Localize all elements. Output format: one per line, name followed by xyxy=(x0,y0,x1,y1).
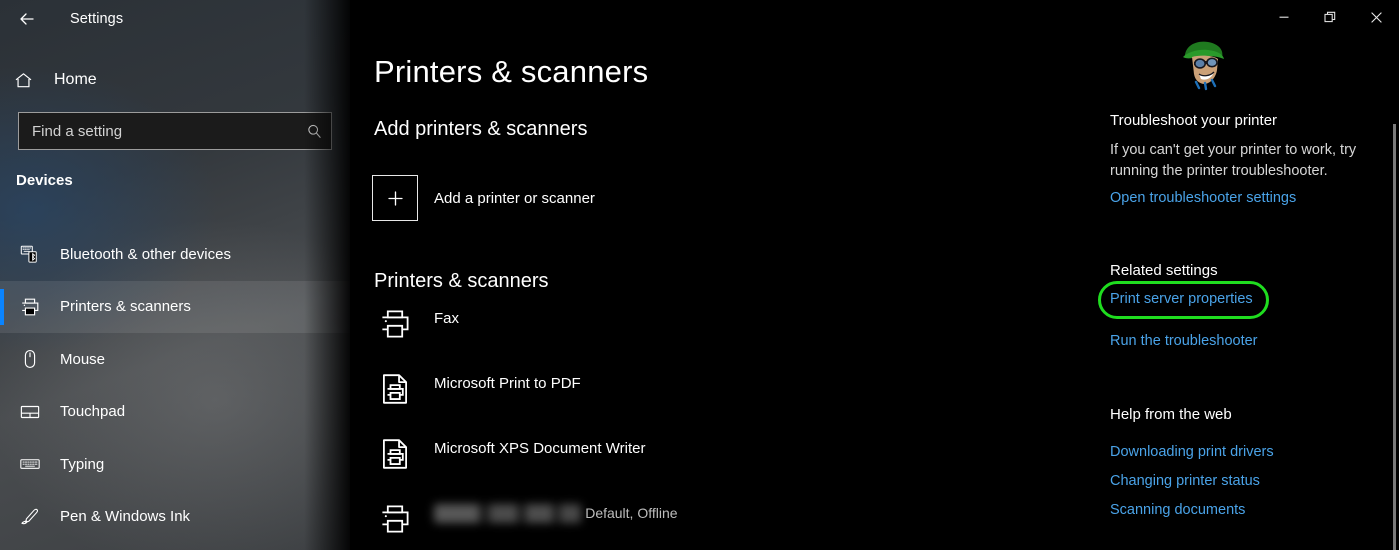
print-server-properties-link[interactable]: Print server properties xyxy=(1110,291,1253,307)
document-printer-icon xyxy=(372,365,418,407)
right-panel: Troubleshoot your printer If you can't g… xyxy=(1098,0,1399,550)
touchpad-icon xyxy=(14,401,46,423)
sidebar-item-mouse[interactable]: Mouse xyxy=(0,333,350,386)
printer-list-item[interactable]: Fax xyxy=(372,300,1072,365)
printer-list-item[interactable]: Microsoft Print to PDF xyxy=(372,365,1072,430)
minimize-icon[interactable] xyxy=(1261,0,1307,34)
add-printer-label: Add a printer or scanner xyxy=(434,189,595,207)
sidebar-home-label: Home xyxy=(54,71,97,88)
home-icon xyxy=(0,70,46,91)
sidebar-item-label: Pen & Windows Ink xyxy=(60,508,191,526)
troubleshoot-body: If you can't get your printer to work, t… xyxy=(1110,142,1357,179)
document-printer-icon xyxy=(372,430,418,472)
close-icon[interactable] xyxy=(1353,0,1399,34)
bluetooth-devices-icon xyxy=(14,243,46,265)
printer-info: Fax xyxy=(434,300,459,328)
printer-status: Default, Offline xyxy=(585,505,678,521)
sidebar-item-label: Touchpad xyxy=(60,403,126,421)
related-settings-heading: Related settings xyxy=(1110,262,1218,279)
printer-list-item[interactable]: redacted printer name Default, Offline xyxy=(372,495,1072,550)
main-content: Printers & scanners Add printers & scann… xyxy=(350,0,1110,550)
window-controls xyxy=(1261,0,1399,34)
printer-list-item[interactable]: Microsoft XPS Document Writer xyxy=(372,430,1072,495)
pen-icon xyxy=(14,506,46,528)
sidebar-item-label: Mouse xyxy=(60,350,106,368)
help-from-web-heading: Help from the web xyxy=(1110,406,1232,423)
restore-icon[interactable] xyxy=(1307,0,1353,34)
open-troubleshooter-settings-link[interactable]: Open troubleshooter settings xyxy=(1110,190,1296,206)
printer-icon xyxy=(372,300,418,342)
scanning-documents-link[interactable]: Scanning documents xyxy=(1110,502,1245,518)
printer-name: Fax xyxy=(434,310,460,327)
printer-name: Microsoft XPS Document Writer xyxy=(434,440,646,457)
printer-name-redacted: redacted printer name xyxy=(434,504,581,523)
printer-info: Microsoft Print to PDF xyxy=(434,365,581,393)
changing-printer-status-link[interactable]: Changing printer status xyxy=(1110,473,1260,489)
sidebar-item-label: Printers & scanners xyxy=(60,298,191,316)
sidebar-item-home[interactable]: Home xyxy=(0,62,332,98)
sidebar-item-label: Bluetooth & other devices xyxy=(60,245,231,263)
printers-list-heading: Printers & scanners xyxy=(374,270,549,292)
window-title: Settings xyxy=(70,11,124,27)
sidebar-item-bluetooth-other-devices[interactable]: Bluetooth & other devices xyxy=(0,228,350,281)
sidebar-category-label: Devices xyxy=(16,172,73,189)
troubleshoot-heading: Troubleshoot your printer xyxy=(1110,112,1278,129)
printer-icon xyxy=(372,495,418,537)
search-box[interactable] xyxy=(18,112,332,150)
run-the-troubleshooter-link[interactable]: Run the troubleshooter xyxy=(1110,333,1258,349)
vertical-scrollbar[interactable] xyxy=(1393,0,1396,550)
sidebar-item-pen-windows-ink[interactable]: Pen & Windows Ink xyxy=(0,491,350,544)
page-title: Printers & scanners xyxy=(374,54,649,89)
keyboard-icon xyxy=(14,453,46,475)
mouse-icon xyxy=(14,348,46,370)
downloading-print-drivers-link[interactable]: Downloading print drivers xyxy=(1110,444,1274,460)
cartoon-character-icon xyxy=(1172,36,1234,92)
sidebar-item-touchpad[interactable]: Touchpad xyxy=(0,386,350,439)
sidebar-item-printers-scanners[interactable]: Printers & scanners xyxy=(0,280,350,333)
printer-name: Microsoft Print to PDF xyxy=(434,375,581,392)
settings-window: Settings Home Devices xyxy=(0,0,1399,550)
scrollbar-thumb[interactable] xyxy=(1393,124,1396,550)
add-printer-button[interactable]: Add a printer or scanner xyxy=(372,175,595,221)
sidebar-item-label: Typing xyxy=(60,455,105,473)
search-input[interactable] xyxy=(19,122,297,140)
printer-info: redacted printer name Default, Offline xyxy=(434,495,678,523)
printers-list: Fax Microsoft Print to PDF Microsoft XPS… xyxy=(372,300,1072,550)
search-icon[interactable] xyxy=(297,123,331,140)
printer-icon xyxy=(14,296,46,318)
back-arrow-icon[interactable] xyxy=(4,3,50,35)
title-bar: Settings xyxy=(0,0,350,38)
add-printers-heading: Add printers & scanners xyxy=(374,118,588,140)
printer-info: Microsoft XPS Document Writer xyxy=(434,430,645,458)
plus-icon xyxy=(372,175,418,221)
sidebar-nav: Bluetooth & other devices Printers & sca… xyxy=(0,228,350,543)
sidebar-item-typing[interactable]: Typing xyxy=(0,438,350,491)
sidebar: Settings Home Devices xyxy=(0,0,350,550)
